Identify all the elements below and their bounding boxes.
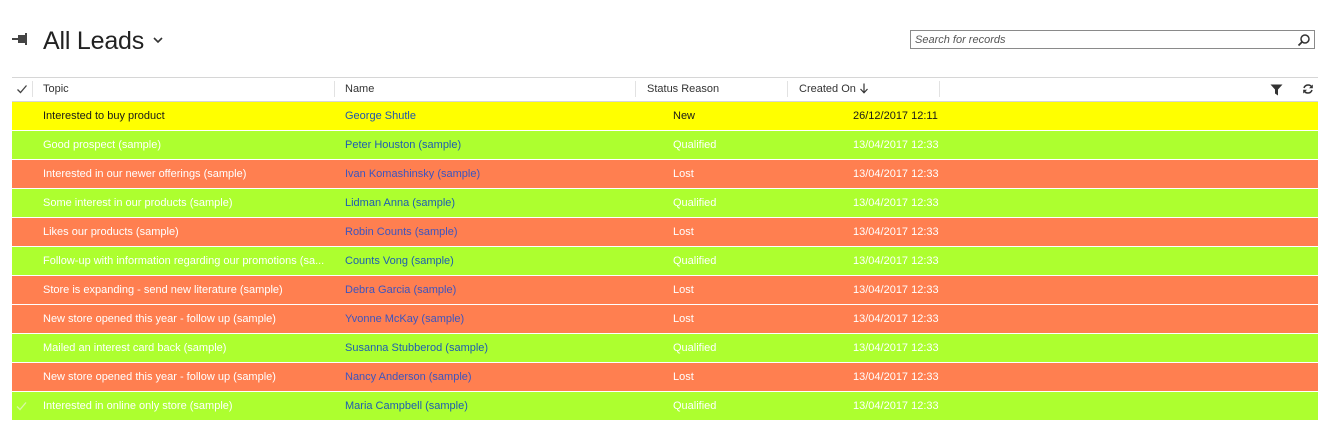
- cell-created-on: 13/04/2017 12:33: [853, 197, 939, 209]
- cell-name-link[interactable]: Peter Houston (sample): [345, 131, 635, 159]
- table-row[interactable]: Follow-up with information regarding our…: [12, 247, 1318, 276]
- page-title[interactable]: All Leads: [43, 24, 144, 58]
- column-header-status-reason[interactable]: Status Reason: [647, 78, 719, 101]
- leads-grid: Topic Name Status Reason Created On Inte…: [12, 77, 1318, 421]
- table-row[interactable]: Store is expanding - send new literature…: [12, 276, 1318, 305]
- filter-icon[interactable]: [1270, 84, 1283, 96]
- search-input[interactable]: [911, 31, 1295, 48]
- column-header-created-on[interactable]: Created On: [799, 78, 869, 101]
- cell-topic: Interested to buy product: [43, 110, 165, 122]
- cell-status-reason: Lost: [673, 284, 694, 296]
- column-separator: [635, 81, 636, 97]
- cell-topic: Mailed an interest card back (sample): [43, 342, 227, 354]
- cell-topic: Some interest in our products (sample): [43, 197, 233, 209]
- cell-created-on: 13/04/2017 12:33: [853, 342, 939, 354]
- column-header-topic[interactable]: Topic: [43, 78, 69, 101]
- cell-status-reason: Qualified: [673, 255, 717, 267]
- table-row[interactable]: Interested in our newer offerings (sampl…: [12, 160, 1318, 189]
- table-row[interactable]: Interested to buy product George Shutle Ne…: [12, 102, 1318, 131]
- cell-name-link[interactable]: Robin Counts (sample): [345, 218, 635, 246]
- cell-status-reason: Qualified: [673, 342, 717, 354]
- chevron-down-icon[interactable]: [152, 35, 164, 45]
- cell-status-reason: Qualified: [673, 197, 717, 209]
- cell-created-on: 13/04/2017 12:33: [853, 255, 939, 267]
- cell-created-on: 13/04/2017 12:33: [853, 400, 939, 412]
- column-separator: [32, 81, 33, 97]
- cell-created-on: 13/04/2017 12:33: [853, 168, 939, 180]
- column-header-created-on-label: Created On: [799, 83, 856, 95]
- cell-created-on: 13/04/2017 12:33: [853, 226, 939, 238]
- view-header: All Leads: [0, 0, 1318, 76]
- table-row[interactable]: Likes our products (sample) Robin Counts …: [12, 218, 1318, 247]
- cell-name-link[interactable]: Debra Garcia (sample): [345, 276, 635, 304]
- search-box[interactable]: [910, 30, 1315, 49]
- cell-name-link[interactable]: Lidman Anna (sample): [345, 189, 635, 217]
- grid-header: Topic Name Status Reason Created On: [12, 77, 1318, 102]
- table-row[interactable]: Some interest in our products (sample) Li…: [12, 189, 1318, 218]
- table-row[interactable]: New store opened this year - follow up (…: [12, 363, 1318, 392]
- cell-created-on: 13/04/2017 12:33: [853, 313, 939, 325]
- cell-name-link[interactable]: George Shutle: [345, 102, 635, 130]
- cell-topic: Follow-up with information regarding our…: [43, 255, 325, 267]
- pin-icon[interactable]: [11, 31, 31, 47]
- column-header-name[interactable]: Name: [345, 78, 374, 101]
- cell-name-link[interactable]: Maria Campbell (sample): [345, 392, 635, 420]
- cell-topic: Likes our products (sample): [43, 226, 179, 238]
- cell-topic: New store opened this year - follow up (…: [43, 371, 276, 383]
- cell-status-reason: Lost: [673, 371, 694, 383]
- grid-body: Interested to buy product George Shutle Ne…: [12, 102, 1318, 421]
- table-row[interactable]: Interested in online only store (sample)…: [12, 392, 1318, 421]
- cell-topic: Good prospect (sample): [43, 139, 161, 151]
- cell-created-on: 13/04/2017 12:33: [853, 284, 939, 296]
- cell-topic: New store opened this year - follow up (…: [43, 313, 276, 325]
- refresh-icon[interactable]: [1302, 83, 1314, 95]
- sort-descending-icon: [859, 83, 868, 94]
- cell-status-reason: Lost: [673, 226, 694, 238]
- cell-name-link[interactable]: Ivan Komashinsky (sample): [345, 160, 635, 188]
- search-icon[interactable]: [1297, 33, 1311, 47]
- cell-status-reason: Qualified: [673, 400, 717, 412]
- select-all-checkmark-icon[interactable]: [16, 83, 28, 95]
- cell-name-link[interactable]: Susanna Stubberod (sample): [345, 334, 635, 362]
- table-row[interactable]: New store opened this year - follow up (…: [12, 305, 1318, 334]
- cell-name-link[interactable]: Yvonne McKay (sample): [345, 305, 635, 333]
- cell-topic: Store is expanding - send new literature…: [43, 284, 283, 296]
- cell-created-on: 26/12/2017 12:11: [853, 110, 938, 122]
- table-row[interactable]: Good prospect (sample) Peter Houston (sam…: [12, 131, 1318, 160]
- table-row[interactable]: Mailed an interest card back (sample) Sus…: [12, 334, 1318, 363]
- row-checkmark-icon[interactable]: [16, 401, 27, 411]
- cell-created-on: 13/04/2017 12:33: [853, 139, 939, 151]
- column-separator: [939, 81, 940, 97]
- cell-topic: Interested in online only store (sample): [43, 400, 233, 412]
- column-separator: [787, 81, 788, 97]
- cell-status-reason: Lost: [673, 168, 694, 180]
- cell-name-link[interactable]: Nancy Anderson (sample): [345, 363, 635, 391]
- cell-status-reason: Qualified: [673, 139, 717, 151]
- cell-topic: Interested in our newer offerings (sampl…: [43, 168, 247, 180]
- cell-name-link[interactable]: Counts Vong (sample): [345, 247, 635, 275]
- cell-created-on: 13/04/2017 12:33: [853, 371, 939, 383]
- cell-status-reason: Lost: [673, 313, 694, 325]
- column-separator: [334, 81, 335, 97]
- cell-status-reason: New: [673, 110, 696, 122]
